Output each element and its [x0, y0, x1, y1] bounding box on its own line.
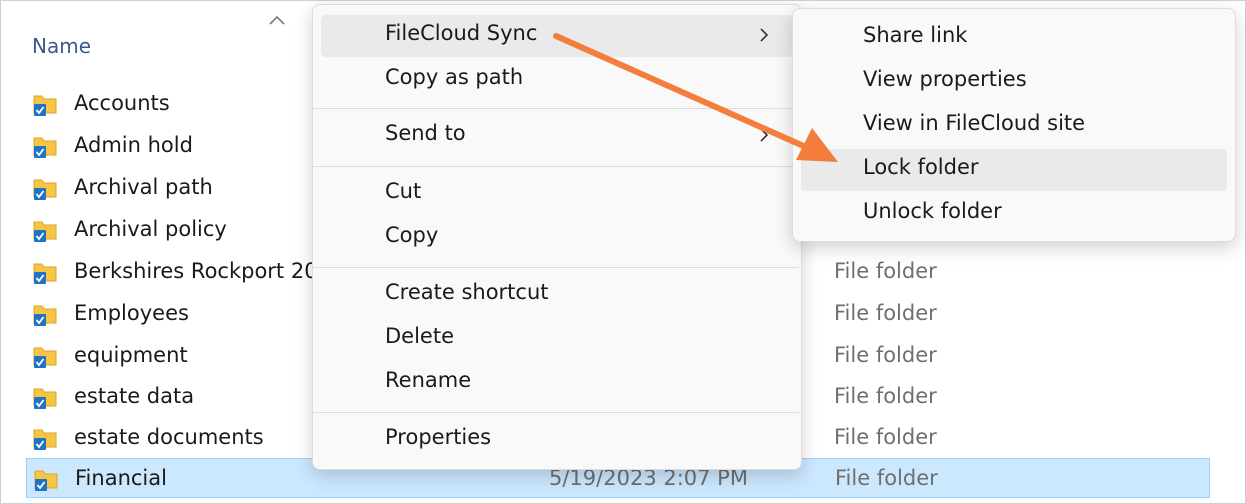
submenu-item-label: Lock folder — [863, 155, 979, 179]
submenu-item-label: View in FileCloud site — [863, 111, 1086, 135]
chevron-right-icon — [760, 128, 769, 142]
submenu-item-view-in-site[interactable]: View in FileCloud site — [801, 105, 1227, 147]
folder-synced-icon — [33, 305, 57, 326]
menu-item-copy[interactable]: Copy — [321, 217, 793, 259]
file-name: Financial — [75, 466, 167, 490]
file-type: File folder — [834, 343, 937, 367]
menu-item-filecloud-sync[interactable]: FileCloud Sync — [321, 15, 793, 57]
folder-synced-icon — [33, 95, 57, 116]
menu-item-properties[interactable]: Properties — [321, 419, 793, 461]
file-name: Berkshires Rockport 20 — [74, 259, 318, 283]
menu-item-copy-as-path[interactable]: Copy as path — [321, 59, 793, 101]
folder-synced-icon — [33, 429, 57, 450]
menu-item-send-to[interactable]: Send to — [321, 115, 793, 157]
folder-synced-icon — [33, 388, 57, 409]
file-type: File folder — [834, 259, 937, 283]
folder-synced-icon — [33, 263, 57, 284]
folder-synced-icon — [33, 347, 57, 368]
sort-ascending-icon[interactable] — [268, 14, 286, 26]
menu-item-rename[interactable]: Rename — [321, 362, 793, 404]
submenu-item-share-link[interactable]: Share link — [801, 17, 1227, 59]
menu-item-label: Delete — [385, 324, 454, 348]
menu-item-create-shortcut[interactable]: Create shortcut — [321, 274, 793, 316]
file-name: estate documents — [74, 425, 264, 449]
menu-item-label: Copy as path — [385, 65, 524, 89]
submenu-item-label: Unlock folder — [863, 199, 1002, 223]
menu-item-label: Cut — [385, 179, 422, 203]
filecloud-submenu: Share link View properties View in FileC… — [792, 8, 1236, 242]
file-name: Admin hold — [74, 133, 193, 157]
menu-item-label: Rename — [385, 368, 472, 392]
menu-item-delete[interactable]: Delete — [321, 318, 793, 360]
menu-item-cut[interactable]: Cut — [321, 173, 793, 215]
menu-item-label: FileCloud Sync — [385, 21, 538, 45]
folder-synced-icon — [34, 470, 58, 491]
file-name: Archival policy — [74, 217, 227, 241]
chevron-right-icon — [760, 28, 769, 42]
menu-separator — [313, 412, 799, 413]
submenu-item-unlock-folder[interactable]: Unlock folder — [801, 193, 1227, 235]
menu-separator — [313, 108, 799, 109]
folder-synced-icon — [33, 179, 57, 200]
file-type: File folder — [834, 301, 937, 325]
file-name: Employees — [74, 301, 189, 325]
menu-item-label: Send to — [385, 121, 466, 145]
file-type: File folder — [835, 466, 938, 490]
menu-separator — [313, 166, 799, 167]
file-type: File folder — [834, 425, 937, 449]
menu-item-label: Copy — [385, 223, 439, 247]
submenu-item-label: View properties — [863, 67, 1027, 91]
name-column-header[interactable]: Name — [32, 34, 91, 58]
submenu-item-lock-folder[interactable]: Lock folder — [801, 149, 1227, 191]
folder-synced-icon — [33, 221, 57, 242]
submenu-item-view-properties[interactable]: View properties — [801, 61, 1227, 103]
file-type: File folder — [834, 384, 937, 408]
file-name: estate data — [74, 384, 195, 408]
context-menu: FileCloud Sync Copy as path Send to Cut … — [312, 4, 802, 470]
menu-item-label: Properties — [385, 425, 492, 449]
file-name: Accounts — [74, 91, 170, 115]
file-name: equipment — [74, 343, 188, 367]
submenu-item-label: Share link — [863, 23, 968, 47]
menu-separator — [313, 267, 799, 268]
folder-synced-icon — [33, 137, 57, 158]
menu-item-label: Create shortcut — [385, 280, 549, 304]
file-name: Archival path — [74, 175, 213, 199]
